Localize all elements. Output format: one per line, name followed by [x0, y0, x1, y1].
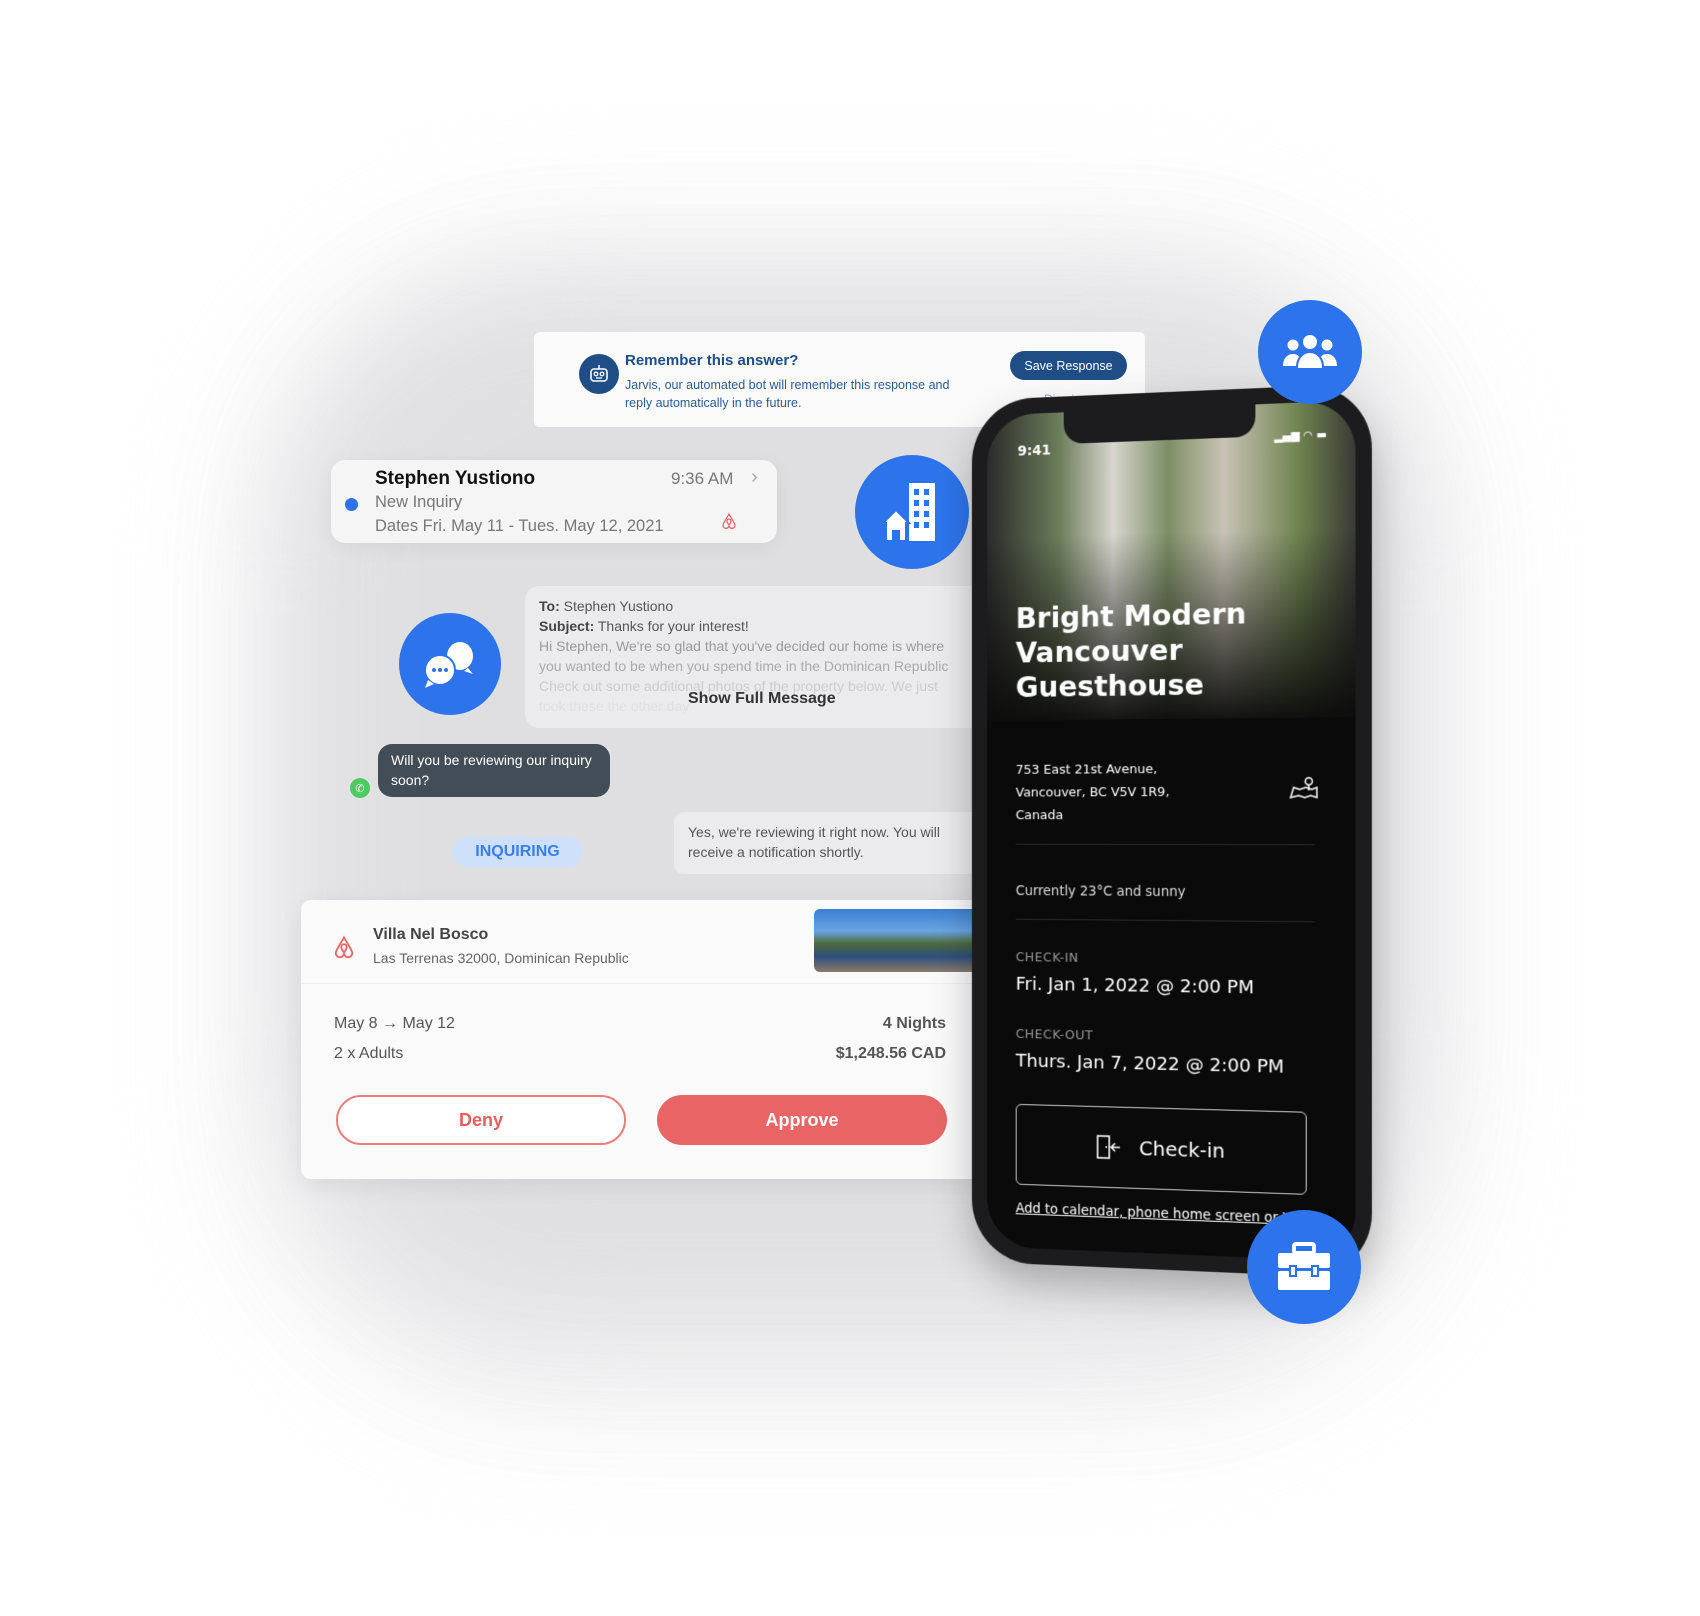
- robot-icon: [579, 354, 619, 394]
- email-recipient: Stephen Yustiono: [563, 598, 674, 614]
- address-line: Vancouver, BC V5V 1R9,: [1015, 784, 1170, 801]
- building-home-icon: [855, 455, 969, 569]
- property-name: Villa Nel Bosco: [373, 926, 489, 943]
- briefcase-icon: [1247, 1210, 1361, 1324]
- email-body-line: you wanted to be when you spend time in …: [539, 658, 949, 674]
- approve-button[interactable]: Approve: [657, 1095, 947, 1145]
- phone-screen: 9:41 ▂▄▆ ◠ ▬ Bright Modern Vancouver Gue…: [987, 400, 1356, 1262]
- email-body-line: Hi Stephen, We're so glad that you've de…: [539, 638, 945, 654]
- email-preview-card[interactable]: To: Stephen Yustiono Subject: Thanks for…: [525, 586, 985, 728]
- notification-body: Jarvis, our automated bot will remember …: [625, 378, 950, 410]
- divider: [1015, 918, 1315, 923]
- listing-address: 753 East 21st Avenue, Vancouver, BC V5V …: [1016, 758, 1170, 827]
- whatsapp-icon: ✆: [350, 778, 370, 798]
- chat-bubbles-icon: [399, 613, 501, 715]
- guest-count: 2 x Adults: [334, 1045, 404, 1062]
- checkin-label: CHECK-IN: [1015, 950, 1079, 966]
- divider: [1015, 843, 1315, 846]
- listing-title: Bright Modern Vancouver Guesthouse: [1015, 596, 1247, 704]
- status-time: 9:41: [1017, 442, 1052, 460]
- email-subject: Thanks for your interest!: [597, 618, 749, 634]
- weather-text: Currently 23°C and sunny: [1015, 883, 1186, 901]
- airbnb-logo-icon: [721, 512, 737, 535]
- property-address: Las Terrenas 32000, Dominican Republic: [373, 950, 629, 966]
- message-time: 9:36 AM: [671, 469, 734, 488]
- phone-mockup: 9:41 ▂▄▆ ◠ ▬ Bright Modern Vancouver Gue…: [971, 383, 1372, 1279]
- chevron-right-icon[interactable]: ›: [751, 466, 758, 489]
- save-response-button[interactable]: Save Response: [1010, 351, 1127, 380]
- airbnb-logo-icon: [333, 934, 355, 965]
- inquiry-dates: Dates Fri. May 11 - Tues. May 12, 2021: [375, 517, 664, 535]
- show-full-message-button[interactable]: Show Full Message: [688, 690, 836, 708]
- deny-button[interactable]: Deny: [336, 1095, 626, 1145]
- guest-name: Stephen Yustiono: [375, 468, 536, 489]
- divider: [301, 983, 981, 984]
- property-photo: [814, 909, 981, 972]
- email-body-line: took these the other day: [539, 698, 690, 714]
- subject-label: Subject:: [539, 618, 595, 634]
- inquiry-list-item[interactable]: Stephen Yustiono 9:36 AM › New Inquiry D…: [331, 460, 777, 543]
- guest-message-bubble: Will you be reviewing our inquiry soon?: [378, 744, 610, 797]
- checkin-value: Fri. Jan 1, 2022 @ 2:00 PM: [1015, 973, 1255, 999]
- notification-title: Remember this answer?: [625, 352, 799, 369]
- nights-count: 4 Nights: [882, 1015, 946, 1032]
- host-reply-bubble: Yes, we're reviewing it right now. You w…: [674, 812, 984, 874]
- users-icon: [1258, 300, 1362, 404]
- inquiry-type: New Inquiry: [375, 493, 463, 511]
- status-badge: INQUIRING: [452, 837, 583, 867]
- signal-wifi-battery-icon: ▂▄▆ ◠ ▬: [1274, 427, 1328, 444]
- map-pin-icon[interactable]: [1289, 775, 1319, 803]
- door-enter-icon: [1094, 1133, 1121, 1162]
- checkout-label: CHECK-OUT: [1015, 1027, 1094, 1044]
- booking-request-card: Villa Nel Bosco Las Terrenas 32000, Domi…: [301, 900, 981, 1179]
- address-line: Canada: [1015, 808, 1064, 824]
- total-price: $1,248.56 CAD: [835, 1045, 946, 1062]
- address-line: 753 East 21st Avenue,: [1015, 762, 1158, 778]
- check-in-label: Check-in: [1139, 1136, 1225, 1163]
- stay-dates: May 8 → May 12: [334, 1015, 455, 1032]
- unread-dot: [345, 498, 358, 511]
- to-label: To:: [539, 598, 560, 614]
- check-in-button[interactable]: Check-in: [1015, 1103, 1307, 1195]
- checkout-value: Thurs. Jan 7, 2022 @ 2:00 PM: [1015, 1050, 1285, 1078]
